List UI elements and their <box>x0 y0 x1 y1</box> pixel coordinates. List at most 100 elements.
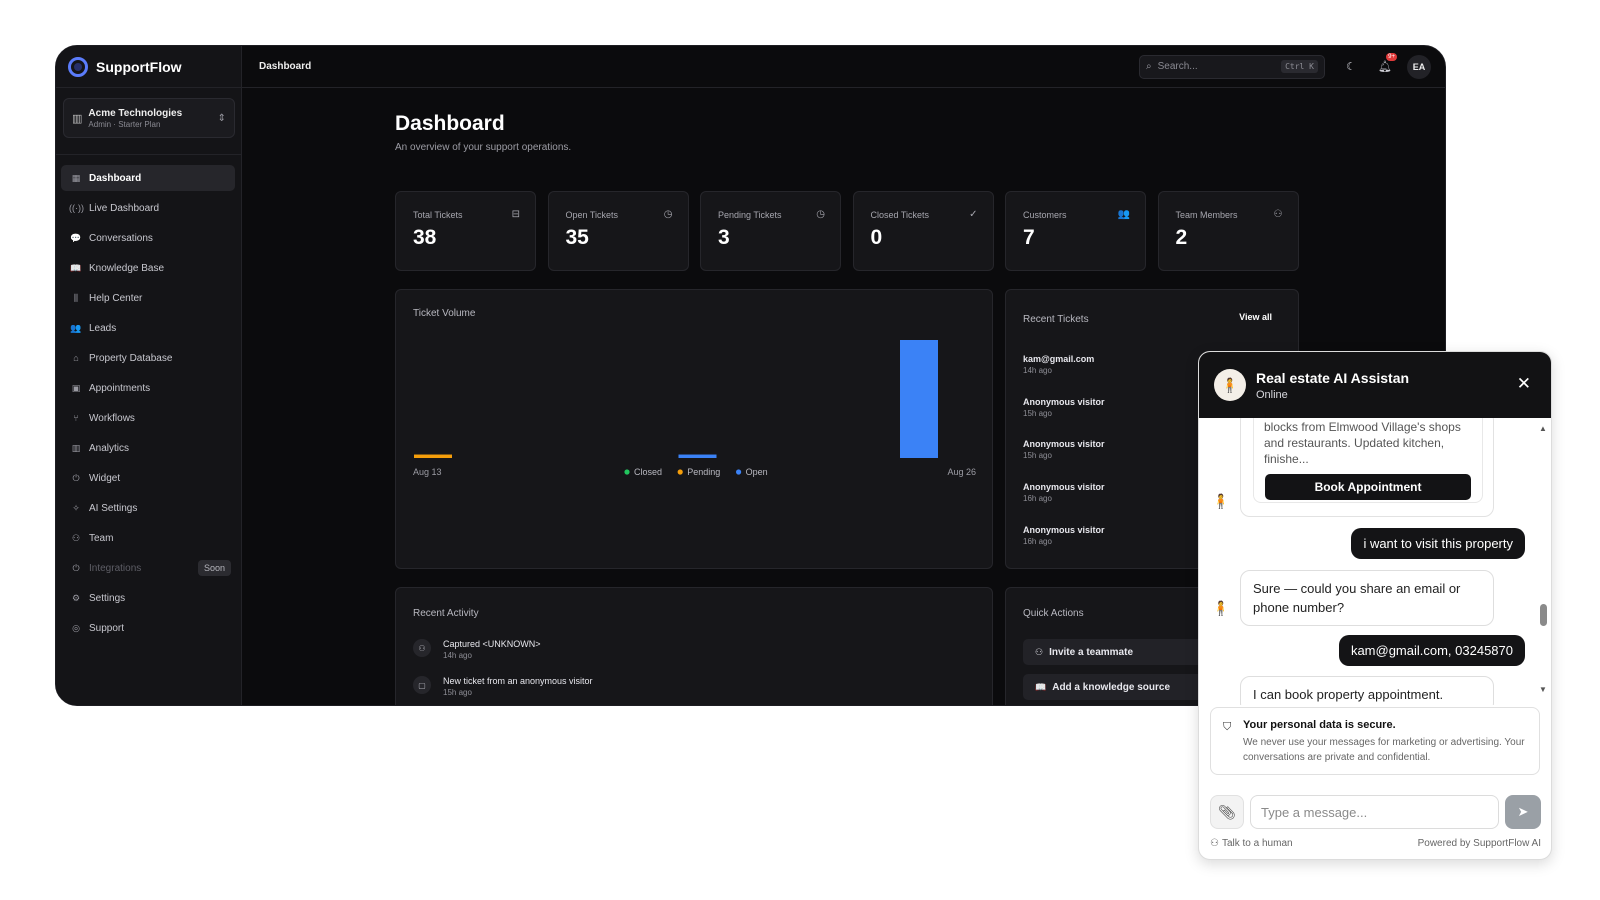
activity-title: New ticket from an anonymous visitor <box>443 676 593 686</box>
close-icon[interactable]: ✕ <box>1517 374 1531 394</box>
ticket-time: 15h ago <box>1023 408 1052 418</box>
library-icon: ⫼ <box>73 292 79 303</box>
sidebar-item-appointments[interactable]: ▣ Appointments <box>61 375 235 401</box>
search-input[interactable]: Search... <box>1158 61 1281 72</box>
workflow-icon: ⑂ <box>73 413 79 423</box>
sidebar-item-label: Integrations <box>89 562 142 574</box>
legend-label-open: Open <box>746 467 768 477</box>
chat-widget: 🧍 Real estate AI Assistan Online ✕ block… <box>1198 351 1552 860</box>
sidebar-item-leads[interactable]: 👥 Leads <box>61 315 235 341</box>
theme-toggle-button[interactable]: ☾ <box>1339 55 1363 79</box>
bar-open-1[interactable] <box>678 454 717 458</box>
bar-pending-0[interactable] <box>414 454 452 458</box>
sidebar-item-ai-settings[interactable]: ✧ AI Settings <box>61 495 235 521</box>
view-all-link[interactable]: View all <box>1239 312 1272 322</box>
sparkle-icon: ✧ <box>72 502 80 513</box>
sidebar-item-settings[interactable]: ⚙ Settings <box>61 585 235 611</box>
shield-icon: ⛉ <box>1223 721 1232 733</box>
ticket-time: 16h ago <box>1023 536 1052 546</box>
sidebar-item-knowledge-base[interactable]: 📖 Knowledge Base <box>61 255 235 281</box>
sidebar-item-label: Live Dashboard <box>89 202 160 214</box>
talk-to-human-link[interactable]: ⚇ Talk to a human <box>1210 838 1296 849</box>
stat-value: 35 <box>565 226 589 249</box>
gear-icon: ⚙ <box>71 592 81 603</box>
privacy-title: Your personal data is secure. <box>1243 719 1396 731</box>
chat-scrollbar[interactable]: ▲ ▼ <box>1539 424 1547 694</box>
chat-composer: 📎︎ ➤ <box>1210 794 1541 830</box>
users-icon: 👥 <box>1117 209 1130 220</box>
stat-card: Pending Tickets ◷ 3 <box>700 191 841 271</box>
user-icon: ⚇ <box>1210 838 1219 849</box>
legend-label-closed: Closed <box>634 467 662 477</box>
stat-card: Open Tickets ◷ 35 <box>547 191 689 271</box>
notifications-button[interactable]: 🔔︎ 9+ <box>1373 52 1397 79</box>
sidebar-item-label: Property Database <box>89 352 173 364</box>
sidebar-item-help-center[interactable]: ⫼ Help Center <box>61 285 235 311</box>
moon-icon: ☾ <box>1346 61 1356 73</box>
ticket-volume-chart: Aug 13 Aug 26 Closed Pending Open <box>413 340 976 477</box>
user-icon: ⚇ <box>71 532 81 543</box>
breadcrumb: Dashboard <box>259 61 312 72</box>
stat-card: Customers 👥 7 <box>1005 191 1146 271</box>
ticket-time: 15h ago <box>1023 451 1052 461</box>
sidebar-item-analytics[interactable]: ▥ Analytics <box>61 435 235 461</box>
chat-messages[interactable]: blocks from Elmwood Village's shops and … <box>1199 418 1551 705</box>
radio-icon: ((·)) <box>69 203 84 213</box>
stat-card: Closed Tickets ✓ 0 <box>852 191 994 271</box>
bot-message: I can book property appointment. <box>1240 676 1494 705</box>
activity-title: Captured <UNKNOWN> <box>443 639 541 649</box>
sidebar-item-team[interactable]: ⚇ Team <box>61 525 235 551</box>
paperclip-icon: 📎︎ <box>1218 803 1236 820</box>
user-avatar[interactable]: EA <box>1407 54 1431 79</box>
invite-a-teammate-button[interactable]: ⚇ Invite a teammate <box>1023 639 1223 665</box>
activity-item: ⚇ Captured <UNKNOWN> 14h ago <box>413 639 541 660</box>
supportflow-logo-icon <box>68 56 88 77</box>
property-description: blocks from Elmwood Village's shops and … <box>1264 420 1461 466</box>
page-subtitle: An overview of your support operations. <box>395 142 572 153</box>
sidebar-item-workflows[interactable]: ⑂ Workflows <box>61 405 235 431</box>
sidebar-item-property-database[interactable]: ⌂ Property Database <box>61 345 235 371</box>
ticket-requester: Anonymous visitor <box>1023 482 1105 493</box>
sidebar-item-label: Settings <box>89 592 126 604</box>
sidebar-item-integrations[interactable]: ⏻ Integrations Soon <box>61 555 235 581</box>
brand[interactable]: SupportFlow <box>56 46 241 88</box>
message-input[interactable] <box>1250 795 1499 829</box>
chat-title: Real estate AI Assistan <box>1256 369 1410 386</box>
user-plus-icon: ⚇ <box>1273 209 1283 220</box>
book-appointment-button[interactable]: Book Appointment <box>1265 474 1471 500</box>
check-circle-icon: ✓ <box>969 209 978 220</box>
ticket-row[interactable]: Anonymous visitor 16h ago <box>1023 525 1105 546</box>
quick-action-label: Invite a teammate <box>1049 646 1134 658</box>
sidebar-item-live-dashboard[interactable]: ((·)) Live Dashboard <box>61 195 235 221</box>
search-box[interactable]: ⌕ Search... Ctrl K <box>1139 54 1325 79</box>
scroll-up-icon[interactable]: ▲ <box>1539 424 1547 433</box>
book-icon: 📖 <box>70 262 82 273</box>
ticket-row[interactable]: Anonymous visitor 15h ago <box>1023 397 1105 418</box>
property-card: blocks from Elmwood Village's shops and … <box>1240 418 1494 517</box>
sidebar-item-label: AI Settings <box>89 502 138 514</box>
bot-message: Sure — could you share an email or phone… <box>1240 570 1494 626</box>
sidebar-item-dashboard[interactable]: ▦ Dashboard <box>61 165 235 191</box>
org-switcher[interactable]: ▥ Acme Technologies Admin · Starter Plan… <box>63 98 235 138</box>
bar-open-2[interactable] <box>900 340 938 458</box>
scroll-thumb[interactable] <box>1540 604 1547 626</box>
sidebar-item-support[interactable]: ◎ Support <box>61 615 235 641</box>
ticket-row[interactable]: Anonymous visitor 15h ago <box>1023 439 1105 460</box>
stat-value: 3 <box>718 226 730 249</box>
attach-button[interactable]: 📎︎ <box>1210 795 1244 829</box>
sidebar-item-label: Appointments <box>89 382 151 394</box>
sidebar-item-conversations[interactable]: 💬 Conversations <box>61 225 235 251</box>
add-a-knowledge-source-button[interactable]: 📖 Add a knowledge source <box>1023 674 1223 700</box>
activity-time: 14h ago <box>443 651 472 660</box>
ticket-row[interactable]: Anonymous visitor 16h ago <box>1023 482 1105 503</box>
legend-swatch-open <box>736 469 742 475</box>
scroll-down-icon[interactable]: ▼ <box>1539 685 1547 694</box>
sidebar-item-widget[interactable]: ⏻ Widget <box>61 465 235 491</box>
org-plan: Admin · Starter Plan <box>88 119 161 129</box>
user-message: kam@gmail.com, 03245870 <box>1338 635 1525 666</box>
send-button[interactable]: ➤ <box>1505 795 1541 829</box>
inbox-icon: ⊟ <box>511 209 520 220</box>
ticket-row[interactable]: kam@gmail.com 14h ago <box>1023 354 1094 375</box>
stat-label: Pending Tickets <box>718 210 782 220</box>
activity-item: ▢ New ticket from an anonymous visitor 15h… <box>413 676 593 697</box>
